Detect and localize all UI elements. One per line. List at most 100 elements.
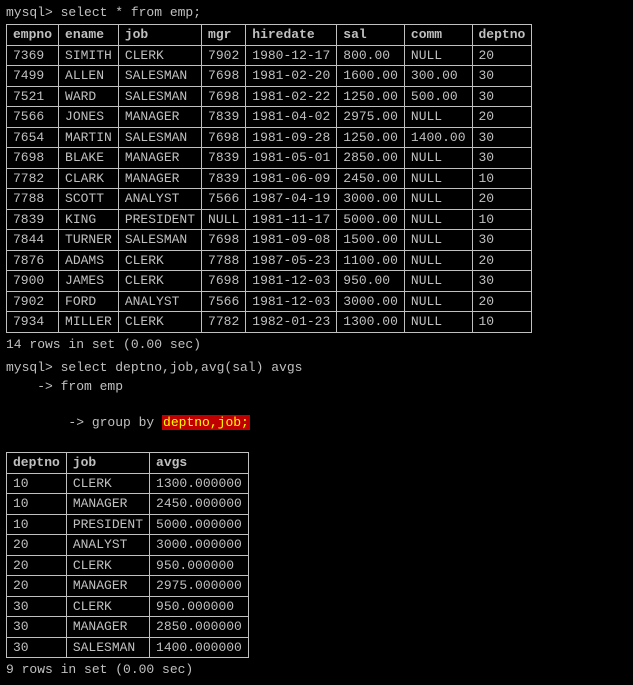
table-cell: 7902	[7, 291, 59, 312]
table-cell: SALESMAN	[118, 230, 201, 251]
table-cell: NULL	[404, 250, 472, 271]
table-cell: 3000.00	[337, 189, 405, 210]
table-cell: BLAKE	[59, 148, 119, 169]
table-cell: 950.00	[337, 271, 405, 292]
table-cell: 7934	[7, 312, 59, 333]
table-row: 7839KINGPRESIDENTNULL1981-11-175000.00NU…	[7, 209, 532, 230]
table-cell: 20	[7, 535, 67, 556]
table-row: 30MANAGER2850.000000	[7, 617, 249, 638]
table1-col-header: sal	[337, 25, 405, 46]
table-cell: 7499	[7, 66, 59, 87]
table2-col-header: deptno	[7, 453, 67, 474]
table1-col-header: ename	[59, 25, 119, 46]
table-cell: 1981-09-08	[246, 230, 337, 251]
table-cell: 7698	[202, 271, 246, 292]
table-row: 7698BLAKEMANAGER78391981-05-012850.00NUL…	[7, 148, 532, 169]
table-row: 7844TURNERSALESMAN76981981-09-081500.00N…	[7, 230, 532, 251]
table-row: 7788SCOTTANALYST75661987-04-193000.00NUL…	[7, 189, 532, 210]
table-cell: 7902	[202, 45, 246, 66]
table-row: 7900JAMESCLERK76981981-12-03950.00NULL30	[7, 271, 532, 292]
table-cell: 3000.00	[337, 291, 405, 312]
table1-col-header: comm	[404, 25, 472, 46]
table-cell: SALESMAN	[118, 66, 201, 87]
table-cell: PRESIDENT	[118, 209, 201, 230]
prompt2b: -> from emp	[6, 378, 627, 396]
table-cell: 1981-12-03	[246, 271, 337, 292]
table-cell: NULL	[404, 230, 472, 251]
table-row: 7934MILLERCLERK77821982-01-231300.00NULL…	[7, 312, 532, 333]
table-cell: 10	[7, 473, 67, 494]
table1-col-header: deptno	[472, 25, 532, 46]
table-cell: 7566	[202, 291, 246, 312]
table-cell: 30	[472, 127, 532, 148]
table-cell: 2850.00	[337, 148, 405, 169]
highlight-groupby: deptno,job;	[162, 415, 250, 430]
table-cell: 1981-04-02	[246, 107, 337, 128]
table-cell: 800.00	[337, 45, 405, 66]
table-cell: NULL	[404, 107, 472, 128]
table-cell: 2450.00	[337, 168, 405, 189]
table-cell: 1400.00	[404, 127, 472, 148]
table-cell: 5000.00	[337, 209, 405, 230]
table-cell: ANALYST	[118, 291, 201, 312]
table-cell: NULL	[404, 189, 472, 210]
rows-info-2: 9 rows in set (0.00 sec)	[6, 660, 627, 681]
table-cell: 1981-02-22	[246, 86, 337, 107]
table1-col-header: empno	[7, 25, 59, 46]
table2-col-header: job	[66, 453, 149, 474]
table-cell: 1980-12-17	[246, 45, 337, 66]
table-cell: 7788	[202, 250, 246, 271]
table-cell: SCOTT	[59, 189, 119, 210]
table-row: 10CLERK1300.000000	[7, 473, 249, 494]
table-cell: CLERK	[66, 596, 149, 617]
table-cell: 30	[472, 86, 532, 107]
table1-col-header: hiredate	[246, 25, 337, 46]
table-row: 30CLERK950.000000	[7, 596, 249, 617]
table-cell: 10	[7, 514, 67, 535]
table-cell: 1981-12-03	[246, 291, 337, 312]
table-cell: ANALYST	[118, 189, 201, 210]
table-cell: 2450.000000	[150, 494, 249, 515]
table-cell: 1600.00	[337, 66, 405, 87]
table-row: 10PRESIDENT5000.000000	[7, 514, 249, 535]
table-cell: 1981-09-28	[246, 127, 337, 148]
table-cell: 7839	[202, 107, 246, 128]
table-cell: 300.00	[404, 66, 472, 87]
table-row: 30SALESMAN1400.000000	[7, 637, 249, 658]
table-cell: 1981-05-01	[246, 148, 337, 169]
table-cell: NULL	[202, 209, 246, 230]
table-cell: ADAMS	[59, 250, 119, 271]
table-cell: 20	[472, 107, 532, 128]
table-cell: CLERK	[66, 473, 149, 494]
table1: empnoenamejobmgrhiredatesalcommdeptno 73…	[6, 24, 532, 333]
terminal: mysql> select * from emp; empnoenamejobm…	[6, 4, 627, 681]
table-row: 20MANAGER2975.000000	[7, 576, 249, 597]
table-cell: 1981-11-17	[246, 209, 337, 230]
table-cell: 1100.00	[337, 250, 405, 271]
table-row: 7876ADAMSCLERK77881987-05-231100.00NULL2…	[7, 250, 532, 271]
table-cell: 7900	[7, 271, 59, 292]
table-cell: NULL	[404, 148, 472, 169]
table-cell: 7698	[202, 86, 246, 107]
table-cell: 7369	[7, 45, 59, 66]
table-cell: 10	[7, 494, 67, 515]
table-cell: CLARK	[59, 168, 119, 189]
prompt2a: mysql> select deptno,job,avg(sal) avgs	[6, 359, 627, 377]
table-cell: 20	[472, 250, 532, 271]
table-cell: 7782	[7, 168, 59, 189]
table-cell: MANAGER	[118, 168, 201, 189]
table-cell: 7839	[202, 148, 246, 169]
table-cell: 20	[472, 45, 532, 66]
table-cell: FORD	[59, 291, 119, 312]
table-cell: 20	[472, 189, 532, 210]
table-cell: JAMES	[59, 271, 119, 292]
table-cell: NULL	[404, 45, 472, 66]
table2: deptnojobavgs 10CLERK1300.00000010MANAGE…	[6, 452, 249, 658]
table-row: 7654MARTINSALESMAN76981981-09-281250.001…	[7, 127, 532, 148]
table-row: 7369SIMITHCLERK79021980-12-17800.00NULL2…	[7, 45, 532, 66]
table-cell: 20	[472, 291, 532, 312]
table-cell: JONES	[59, 107, 119, 128]
table-cell: CLERK	[118, 250, 201, 271]
table2-col-header: avgs	[150, 453, 249, 474]
table-cell: 1982-01-23	[246, 312, 337, 333]
